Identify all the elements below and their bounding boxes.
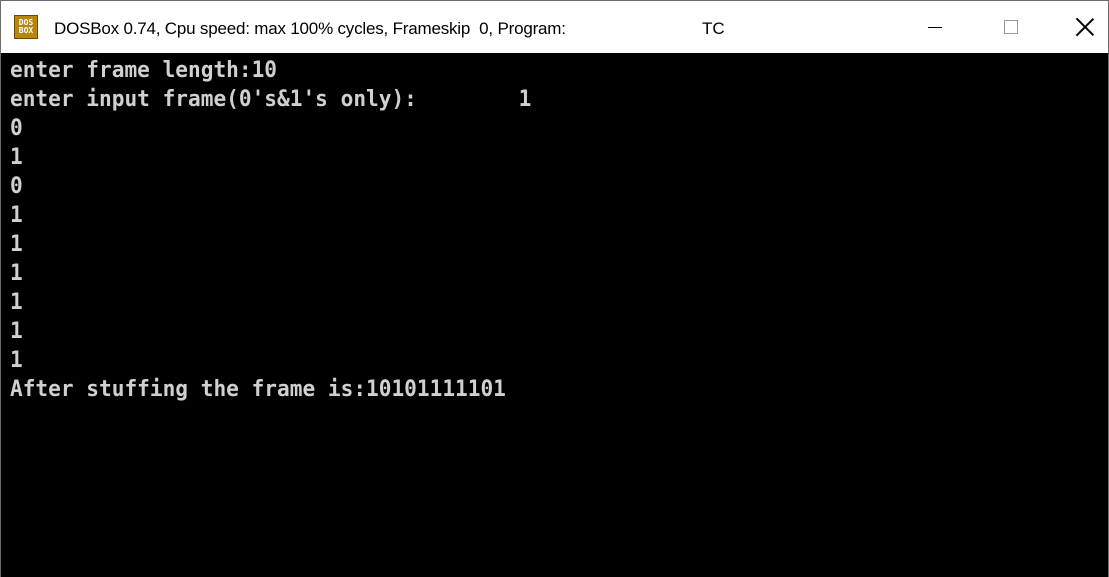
icon-text-bottom: BOX — [18, 26, 34, 35]
console-line-result: After stuffing the frame is:10101111101 — [10, 377, 506, 402]
console-line-frame-length: enter frame length:10 — [10, 58, 278, 83]
console-line-bit: 1 — [10, 348, 23, 373]
console-line-bit: 1 — [10, 319, 23, 344]
console-output[interactable]: enter frame length:10 enter input frame(… — [1, 53, 1108, 577]
console-line-input-prompt: enter input frame(0's&1's only): 1 — [10, 87, 532, 112]
minimize-icon — [928, 26, 942, 28]
program-name: TC — [702, 19, 725, 38]
maximize-icon — [1004, 20, 1018, 34]
maximize-button[interactable] — [988, 1, 1034, 53]
dosbox-window: DOS BOX DOSBox 0.74, Cpu speed: max 100%… — [0, 0, 1109, 577]
console-line-bit: 1 — [10, 290, 23, 315]
dosbox-icon[interactable]: DOS BOX — [14, 15, 38, 39]
window-title: DOSBox 0.74, Cpu speed: max 100% cycles,… — [54, 19, 566, 38]
console-line-bit: 1 — [10, 232, 23, 257]
close-icon — [1075, 17, 1095, 37]
title-bar[interactable]: DOS BOX DOSBox 0.74, Cpu speed: max 100%… — [1, 1, 1108, 53]
console-line-bit: 1 — [10, 261, 23, 286]
console-line-bit: 1 — [10, 145, 23, 170]
console-line-bit: 0 — [10, 116, 23, 141]
console-line-bit: 1 — [10, 203, 23, 228]
close-button[interactable] — [1062, 1, 1108, 53]
console-line-bit: 0 — [10, 174, 23, 199]
minimize-button[interactable] — [912, 1, 958, 53]
